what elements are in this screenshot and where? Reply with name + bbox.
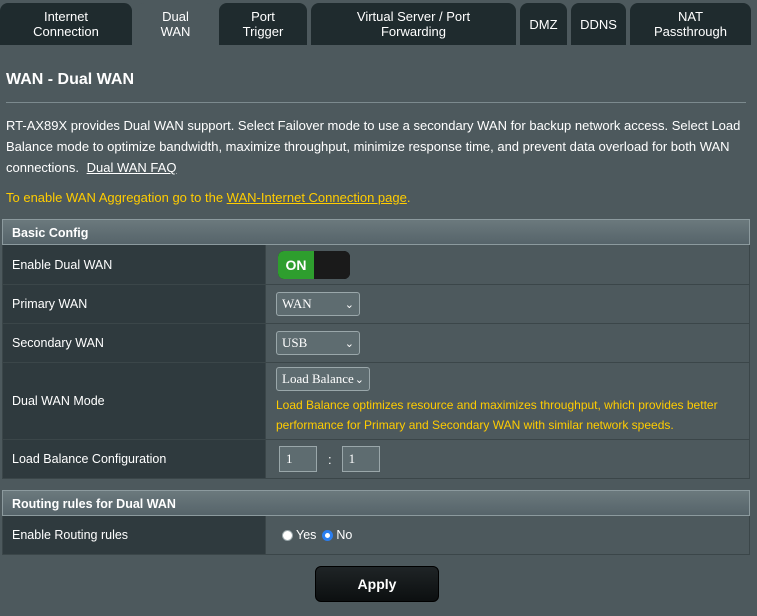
routing-no-radio[interactable] xyxy=(322,529,334,541)
note-prefix: To enable WAN Aggregation go to the xyxy=(6,190,227,205)
load-balance-config-label: Load Balance Configuration xyxy=(3,440,265,478)
divider xyxy=(6,102,746,103)
mode-description: Load Balance optimizes resource and maxi… xyxy=(276,398,718,432)
routing-rules-table: Routing rules for Dual WAN Enable Routin… xyxy=(2,490,750,555)
dual-wan-toggle[interactable]: ON xyxy=(278,250,350,279)
chevron-down-icon: ⌄ xyxy=(344,297,354,311)
description: RT-AX89X provides Dual WAN support. Sele… xyxy=(6,115,751,178)
wan-internet-connection-link[interactable]: WAN-Internet Connection page xyxy=(227,190,407,205)
dual-wan-faq-link[interactable]: Dual WAN FAQ xyxy=(87,160,177,175)
lb-secondary-input[interactable]: 1 xyxy=(341,446,380,472)
toggle-knob xyxy=(314,250,350,279)
dual-wan-mode-select[interactable]: Load Balance ⌄ xyxy=(276,367,370,391)
primary-wan-label: Primary WAN xyxy=(3,285,265,323)
enable-routing-label: Enable Routing rules xyxy=(3,516,265,554)
page-title: WAN - Dual WAN xyxy=(6,71,134,88)
lb-separator: : xyxy=(328,451,332,467)
primary-wan-select[interactable]: WAN ⌄ xyxy=(276,292,360,316)
tab-internet-connection[interactable]: Internet Connection xyxy=(0,3,132,45)
tab-port-trigger[interactable]: Port Trigger xyxy=(219,3,307,45)
basic-config-header: Basic Config xyxy=(2,219,750,245)
lb-primary-input[interactable]: 1 xyxy=(279,446,317,472)
note-suffix: . xyxy=(406,190,411,205)
secondary-wan-select[interactable]: USB ⌄ xyxy=(276,331,360,355)
secondary-wan-value: USB xyxy=(282,335,308,350)
chevron-down-icon: ⌄ xyxy=(354,372,364,386)
routing-yes-label[interactable]: Yes xyxy=(296,528,316,542)
routing-no-label[interactable]: No xyxy=(336,528,352,542)
basic-config-table: Basic Config Enable Dual WAN ON Primary … xyxy=(2,219,750,479)
tab-bar: Internet Connection Dual WAN Port Trigge… xyxy=(0,0,757,45)
primary-wan-row: Primary WAN WAN ⌄ xyxy=(2,285,750,324)
tab-ddns[interactable]: DDNS xyxy=(571,3,626,45)
enable-routing-row: Enable Routing rules Yes No xyxy=(2,516,750,555)
load-balance-config-row: Load Balance Configuration 1 : 1 xyxy=(2,440,750,479)
secondary-wan-row: Secondary WAN USB ⌄ xyxy=(2,324,750,363)
enable-dual-wan-row: Enable Dual WAN ON xyxy=(2,245,750,285)
tab-nat-passthrough[interactable]: NAT Passthrough xyxy=(630,3,751,45)
tab-virtual-server[interactable]: Virtual Server / Port Forwarding xyxy=(311,3,516,45)
tab-dual-wan[interactable]: Dual WAN xyxy=(136,3,215,45)
dual-wan-mode-row: Dual WAN Mode Load Balance ⌄ Load Balanc… xyxy=(2,363,750,440)
primary-wan-value: WAN xyxy=(282,296,312,311)
tab-dmz[interactable]: DMZ xyxy=(520,3,567,45)
enable-dual-wan-label: Enable Dual WAN xyxy=(3,245,265,284)
routing-yes-radio[interactable] xyxy=(282,529,293,541)
toggle-on-label: ON xyxy=(278,250,314,279)
routing-rules-header: Routing rules for Dual WAN xyxy=(2,490,750,516)
apply-button[interactable]: Apply xyxy=(315,566,439,602)
aggregation-note: To enable WAN Aggregation go to the WAN-… xyxy=(6,188,410,208)
dual-wan-mode-label: Dual WAN Mode xyxy=(3,363,265,439)
secondary-wan-label: Secondary WAN xyxy=(3,324,265,362)
dual-wan-mode-value: Load Balance xyxy=(282,371,354,386)
chevron-down-icon: ⌄ xyxy=(344,336,354,350)
